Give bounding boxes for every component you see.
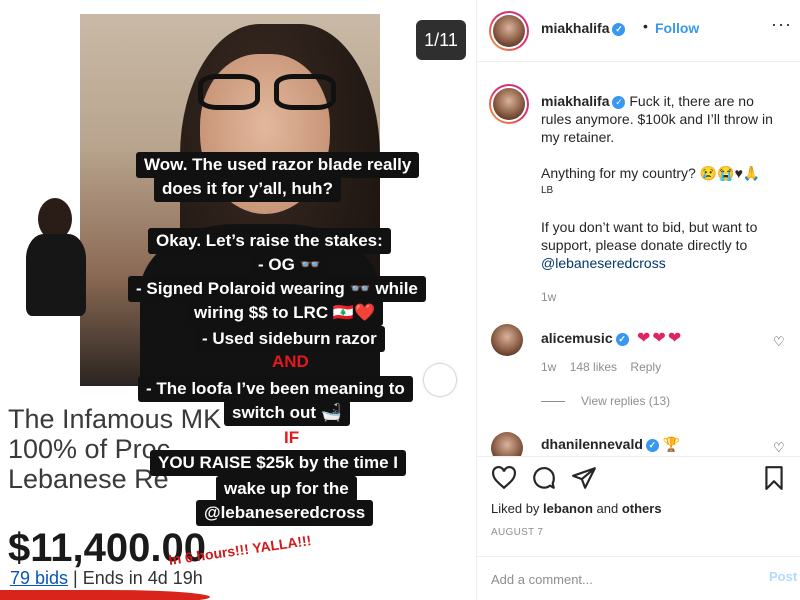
bookmark-icon[interactable] [761,465,787,491]
sticker-person-image [14,198,98,316]
liked-by-others[interactable]: others [622,501,662,516]
comment-time[interactable]: 1w [541,360,556,374]
verified-icon: ✓ [615,332,629,346]
red-swoosh [0,590,210,600]
verified-icon: ✓ [612,95,626,109]
liked-by-user[interactable]: lebanon [543,501,593,516]
comment-text: 🏆 [662,436,681,452]
view-replies-button[interactable]: View replies (13) [541,394,670,408]
story-media[interactable]: 1/11 The Infamous MK 100% of Proc Lebane… [0,0,476,600]
caption-username[interactable]: miakhalifa [541,93,609,109]
mention-link[interactable]: @lebaneseredcross [541,254,791,272]
story-caption: Wow. The used razor blade really [136,152,420,178]
comment-likes[interactable]: 148 likes [570,360,617,374]
comment-meta: 1w 148 likes Reply [541,360,671,374]
comment-username[interactable]: alicemusic ✓ [541,330,629,346]
verified-icon: ✓ [612,22,626,36]
bids-row: 79 bids | Ends in 4d 19h [10,568,203,589]
more-icon[interactable]: ··· [771,14,792,35]
story-caption: wake up for the [216,476,357,502]
story-caption: @lebaneseredcross [196,500,374,526]
add-comment-bar: Post [477,556,800,600]
comments-section[interactable]: miakhalifa ✓ Fuck it, there are no rules … [477,62,800,456]
liked-by: Liked by lebanon and others [491,501,662,516]
avatar[interactable] [489,11,529,51]
comment-text: ❤❤❤ [637,330,684,347]
separator-dot: • [643,18,648,34]
follow-button[interactable]: Follow [655,20,699,36]
bids-link[interactable]: 79 bids [10,568,68,588]
comment-heart-icon[interactable]: ♡ [773,440,785,456]
verified-icon: ✓ [645,438,659,452]
post-comment-button[interactable]: Post [769,569,797,584]
heart-icon[interactable] [491,465,517,491]
comment-input[interactable] [491,569,741,589]
story-caption: - OG 👓 [250,252,329,278]
story-caption-if: IF [284,428,300,447]
share-icon[interactable] [571,465,597,491]
story-caption: YOU RAISE $25k by the time I [150,450,406,476]
post-header: miakhalifa ✓ • Follow ··· [477,0,800,62]
progress-circle-icon [424,364,456,396]
story-caption: does it for y’all, huh? [154,176,341,202]
story-caption: - The loofa I’ve been meaning to [138,376,413,402]
comment-heart-icon[interactable]: ♡ [773,334,785,350]
reply-button[interactable]: Reply [630,360,661,374]
story-caption: - Signed Polaroid wearing 👓 while [128,276,426,302]
story-caption: wiring $$ to LRC 🇱🇧❤️ [186,300,384,326]
avatar[interactable] [489,84,529,124]
ends-text: | Ends in 4d 19h [68,568,203,588]
comment-icon[interactable] [531,465,557,491]
comment-username[interactable]: dhanilennevald ✓ 🏆 [541,436,680,453]
story-caption: Okay. Let’s raise the stakes: [148,228,391,254]
post-date[interactable]: AUGUST 7 [491,527,543,538]
story-caption: switch out 🛁 [224,400,350,426]
post-panel: miakhalifa ✓ • Follow ··· miakhalifa ✓ Fuc… [476,0,800,600]
post-caption: miakhalifa ✓ Fuck it, there are no rules … [541,92,791,272]
avatar[interactable] [491,432,523,456]
post-username[interactable]: miakhalifa ✓ [541,20,626,36]
post-actions: Liked by lebanon and others AUGUST 7 [477,456,800,546]
caption-timestamp[interactable]: 1w [541,290,556,304]
story-caption-and: AND [272,352,309,371]
slide-counter: 1/11 [416,20,466,60]
story-caption: - Used sideburn razor [194,326,385,352]
avatar[interactable] [491,324,523,356]
